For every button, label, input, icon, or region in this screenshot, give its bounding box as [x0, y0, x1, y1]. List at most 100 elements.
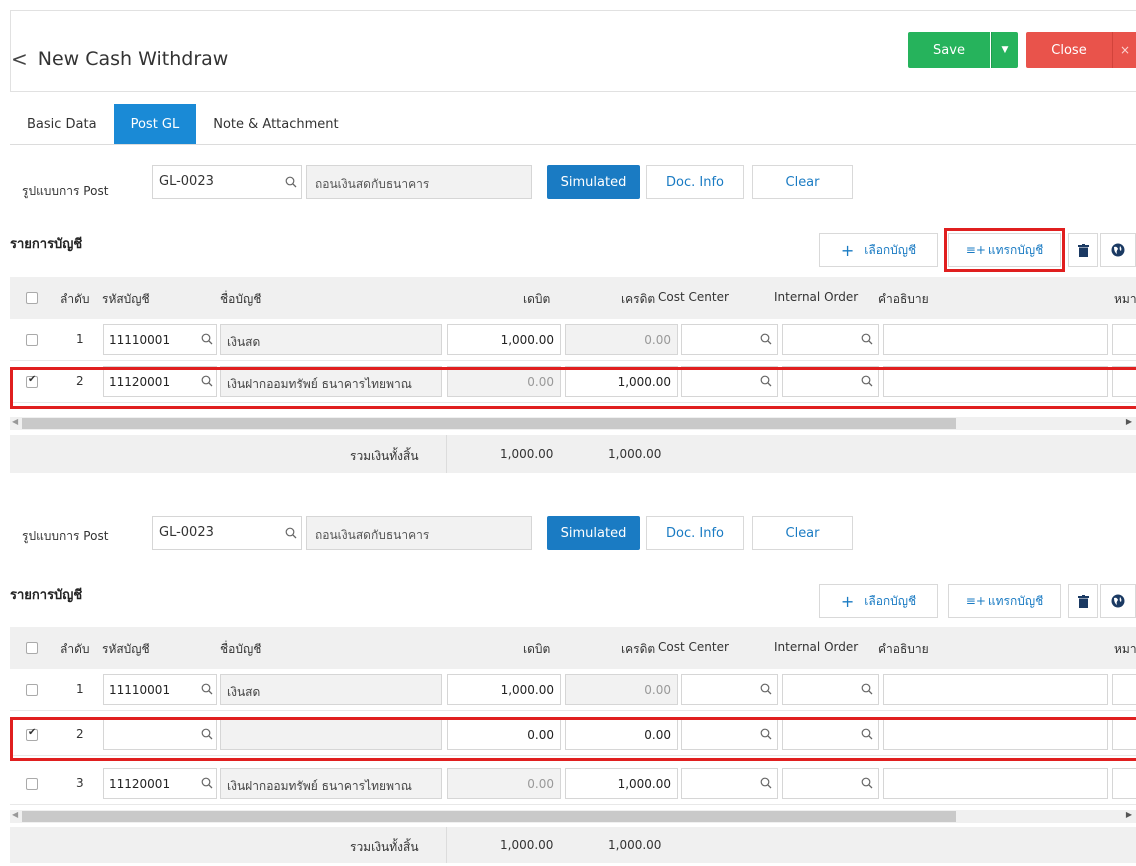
select-all-checkbox[interactable] [26, 292, 38, 304]
row-checkbox[interactable] [26, 684, 38, 696]
account-name-field: เงินฝากออมทรัพย์ ธนาคารไทยพาณ [220, 768, 442, 799]
delete-button[interactable] [1068, 584, 1098, 618]
close-button[interactable]: Close [1026, 32, 1112, 68]
insert-account-label: แทรกบัญชี [987, 593, 1044, 608]
search-icon[interactable] [760, 683, 772, 695]
post-code-input[interactable]: GL-0023 [152, 516, 302, 550]
globe-button[interactable] [1100, 584, 1136, 618]
page-header: < New Cash Withdraw Save ▼ Close × [10, 10, 1136, 92]
select-all-checkbox[interactable] [26, 642, 38, 654]
accounts-section-title: รายการบัญชี [10, 237, 83, 252]
post-code-value: GL-0023 [159, 525, 214, 540]
insert-button-highlight [944, 228, 1065, 272]
search-icon[interactable] [861, 683, 873, 695]
total-label: รวมเงินทั้งสิ้น [350, 449, 419, 463]
table-row: 1 11110001 เงินสด 1,000.00 0.00 [10, 669, 1136, 711]
account-code-input[interactable]: 11110001 [103, 674, 217, 705]
save-dropdown-button[interactable]: ▼ [991, 32, 1018, 68]
tab-post-gl[interactable]: Post GL [113, 104, 197, 144]
credit-input: 0.00 [565, 324, 678, 355]
post-description-value: ถอนเงินสดกับธนาคาร [315, 177, 430, 191]
search-icon[interactable] [201, 683, 213, 695]
account-code-input[interactable]: 11120001 [103, 768, 217, 799]
account-code-input[interactable]: 11110001 [103, 324, 217, 355]
account-code-value: 11110001 [109, 333, 171, 347]
delete-button[interactable] [1068, 233, 1098, 267]
row-seq: 1 [76, 682, 84, 696]
scroll-left-icon[interactable]: ◀ [12, 417, 18, 426]
search-icon[interactable] [285, 176, 297, 188]
cost-center-input[interactable] [681, 674, 778, 705]
simulated-button[interactable]: Simulated [547, 516, 640, 550]
clear-button[interactable]: Clear [752, 165, 853, 199]
search-icon[interactable] [760, 333, 772, 345]
total-credit: 1,000.00 [608, 447, 662, 461]
account-code-value: 11110001 [109, 683, 171, 697]
credit-input: 0.00 [565, 674, 678, 705]
search-icon[interactable] [201, 333, 213, 345]
select-account-button[interactable]: + เลือกบัญชี [819, 584, 938, 618]
note-input[interactable] [1112, 324, 1136, 355]
doc-info-button[interactable]: Doc. Info [646, 516, 744, 550]
description-input[interactable] [883, 768, 1108, 799]
row-checkbox[interactable] [26, 334, 38, 346]
simulated-button[interactable]: Simulated [547, 165, 640, 199]
search-icon[interactable] [285, 527, 297, 539]
debit-input[interactable]: 1,000.00 [447, 674, 561, 705]
internal-order-input[interactable] [782, 768, 879, 799]
cost-center-input[interactable] [681, 768, 778, 799]
description-input[interactable] [883, 674, 1108, 705]
close-icon: × [1119, 43, 1131, 57]
total-debit: 1,000.00 [500, 838, 554, 852]
post-code-input[interactable]: GL-0023 [152, 165, 302, 199]
debit-input[interactable]: 1,000.00 [447, 324, 561, 355]
col-seq: ลำดับ [60, 642, 90, 656]
note-input[interactable] [1112, 674, 1136, 705]
note-input[interactable] [1112, 768, 1136, 799]
internal-order-input[interactable] [782, 324, 879, 355]
col-internal-order: Internal Order [774, 290, 859, 304]
col-seq: ลำดับ [60, 292, 90, 306]
table-row: 3 11120001 เงินฝากออมทรัพย์ ธนาคารไทยพาณ… [10, 763, 1136, 805]
plus-icon: + [840, 591, 855, 611]
scroll-left-icon[interactable]: ◀ [12, 810, 18, 819]
tab-note-attachment[interactable]: Note & Attachment [196, 104, 355, 144]
horizontal-scrollbar[interactable]: ◀ ▶ [10, 417, 1136, 430]
scroll-right-icon[interactable]: ▶ [1126, 810, 1132, 819]
clear-button[interactable]: Clear [752, 516, 853, 550]
total-row: รวมเงินทั้งสิ้น 1,000.00 1,000.00 [10, 827, 1136, 863]
search-icon[interactable] [861, 333, 873, 345]
doc-info-button[interactable]: Doc. Info [646, 165, 744, 199]
col-debit: เดบิต [523, 642, 551, 656]
tab-basic-data[interactable]: Basic Data [10, 104, 114, 144]
scrollbar-thumb[interactable] [22, 811, 956, 822]
select-account-button[interactable]: + เลือกบัญชี [819, 233, 938, 267]
internal-order-input[interactable] [782, 674, 879, 705]
description-input[interactable] [883, 324, 1108, 355]
credit-input[interactable]: 1,000.00 [565, 768, 678, 799]
scroll-right-icon[interactable]: ▶ [1126, 417, 1132, 426]
tab-bar: Basic Data Post GL Note & Attachment [10, 104, 1136, 145]
horizontal-scrollbar[interactable]: ◀ ▶ [10, 810, 1136, 823]
back-icon[interactable]: < [11, 47, 28, 71]
insert-row-icon: ≡+ [965, 594, 986, 608]
search-icon[interactable] [201, 777, 213, 789]
search-icon[interactable] [760, 777, 772, 789]
account-name-value: เงินฝากออมทรัพย์ ธนาคารไทยพาณ [227, 779, 412, 793]
save-button[interactable]: Save [908, 32, 990, 68]
search-icon[interactable] [861, 777, 873, 789]
total-separator [446, 435, 447, 473]
col-internal-order: Internal Order [774, 640, 859, 654]
col-cost-center: Cost Center [658, 640, 729, 654]
total-credit: 1,000.00 [608, 838, 662, 852]
close-x-button[interactable]: × [1112, 32, 1136, 68]
cost-center-input[interactable] [681, 324, 778, 355]
table-header: ลำดับ รหัสบัญชี ชื่อบัญชี เดบิต เครดิต C… [10, 627, 1136, 669]
plus-icon: + [840, 240, 855, 260]
page-title: < New Cash Withdraw [11, 47, 228, 71]
row-checkbox[interactable] [26, 778, 38, 790]
insert-account-button[interactable]: ≡+ แทรกบัญชี [948, 584, 1061, 618]
scrollbar-thumb[interactable] [22, 418, 956, 429]
globe-button[interactable] [1100, 233, 1136, 267]
total-separator [446, 827, 447, 863]
